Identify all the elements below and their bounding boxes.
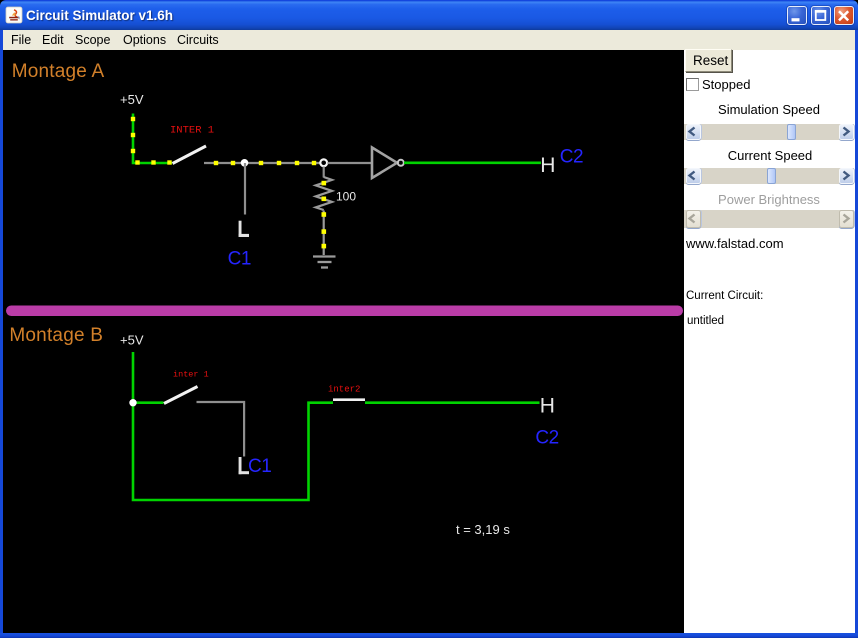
svg-text:Montage B: Montage B <box>9 325 103 346</box>
svg-text:C1: C1 <box>228 249 251 270</box>
svg-text:inter 1: inter 1 <box>173 370 209 380</box>
svg-text:H: H <box>540 394 555 417</box>
svg-text:C2: C2 <box>560 146 583 167</box>
svg-text:100: 100 <box>336 190 356 204</box>
svg-text:H: H <box>540 154 555 177</box>
svg-text:C2: C2 <box>535 427 558 448</box>
svg-text:t = 3,19 s: t = 3,19 s <box>456 522 510 537</box>
svg-text:Montage A: Montage A <box>12 61 105 82</box>
svg-text:+5V: +5V <box>120 333 144 348</box>
svg-text:C1: C1 <box>248 456 271 477</box>
svg-text:INTER 1: INTER 1 <box>170 125 214 137</box>
svg-text:inter2: inter2 <box>328 385 360 395</box>
svg-text:+5V: +5V <box>120 92 144 107</box>
